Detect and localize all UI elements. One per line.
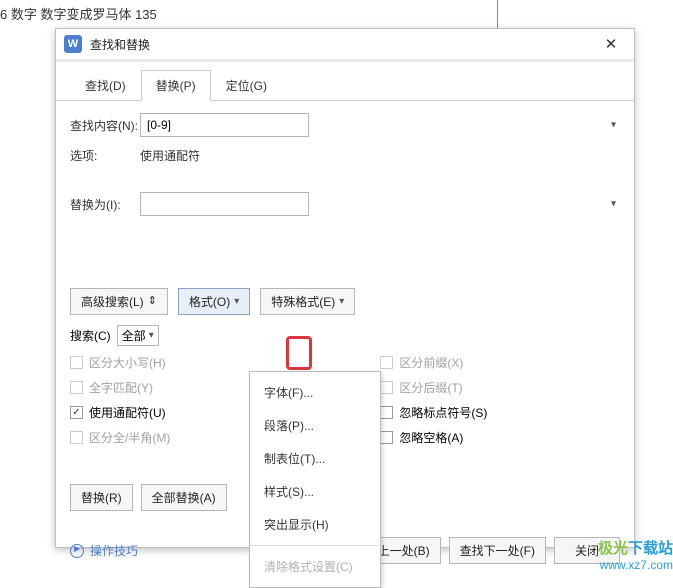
menu-highlight[interactable]: 突出显示(H) — [250, 508, 380, 541]
chevron-down-icon: ▾ — [611, 120, 616, 131]
tips-link[interactable]: 操作技巧 — [70, 542, 138, 559]
tips-label: 操作技巧 — [90, 542, 138, 559]
format-dropdown: 字体(F)... 段落(P)... 制表位(T)... 样式(S)... 突出显… — [249, 371, 381, 588]
tab-goto[interactable]: 定位(G) — [211, 70, 282, 101]
checkbox-option: 区分后缀(T) — [380, 379, 487, 396]
checkbox-label: 区分前缀(X) — [399, 354, 463, 371]
tab-replace[interactable]: 替换(P) — [141, 70, 211, 101]
menu-style[interactable]: 样式(S)... — [250, 475, 380, 508]
chevron-down-icon: ▾ — [611, 199, 616, 210]
checkbox-label: 区分大小写(H) — [89, 354, 166, 371]
checkbox-icon — [380, 431, 393, 444]
menu-font[interactable]: 字体(F)... — [250, 376, 380, 409]
checkbox-label: 区分后缀(T) — [399, 379, 462, 396]
checkbox-option[interactable]: ✓ 使用通配符(U) — [70, 404, 170, 421]
wps-icon: W — [64, 35, 82, 53]
double-chevron-icon: ⇕ — [148, 296, 157, 307]
replace-button[interactable]: 替换(R) — [70, 484, 133, 511]
scope-value: 全部 — [122, 327, 146, 344]
options-value: 使用通配符 — [140, 147, 200, 164]
search-label: 查找内容(N): — [70, 117, 140, 134]
checkbox-label: 忽略标点符号(S) — [399, 404, 487, 421]
checkbox-icon: ✓ — [70, 406, 83, 419]
checkbox-option[interactable]: 忽略标点符号(S) — [380, 404, 487, 421]
replace-input[interactable] — [140, 192, 309, 216]
checkbox-icon — [70, 431, 83, 444]
close-icon[interactable]: ✕ — [590, 29, 632, 59]
special-format-button[interactable]: 特殊格式(E) ▾ — [260, 288, 355, 315]
page-top-text: 6 数字 数字变成罗马体 135 — [0, 0, 673, 23]
checkbox-option[interactable]: 忽略空格(A) — [380, 429, 487, 446]
search-combo[interactable]: ▾ — [140, 113, 620, 137]
checkbox-label: 使用通配符(U) — [89, 404, 166, 421]
chevron-down-icon: ▾ — [149, 330, 154, 341]
search-input[interactable] — [140, 113, 309, 137]
chevron-down-icon: ▾ — [234, 296, 239, 307]
checkbox-option: 全字匹配(Y) — [70, 379, 170, 396]
checkbox-option: 区分前缀(X) — [380, 354, 487, 371]
advanced-search-label: 高级搜索(L) — [81, 293, 144, 310]
tab-find[interactable]: 查找(D) — [70, 70, 141, 101]
format-button[interactable]: 格式(O) ▾ — [178, 288, 250, 315]
info-icon — [70, 544, 84, 558]
special-format-label: 特殊格式(E) — [271, 293, 335, 310]
checkbox-icon — [70, 356, 83, 369]
menu-clear-format: 清除格式设置(C) — [250, 550, 380, 583]
close-button[interactable]: 关闭 — [554, 537, 620, 564]
checkbox-option: 区分大小写(H) — [70, 354, 170, 371]
format-button-label: 格式(O) — [189, 293, 230, 310]
chevron-down-icon: ▾ — [339, 296, 344, 307]
checkbox-icon — [380, 406, 393, 419]
titlebar: W 查找和替换 ✕ — [56, 29, 634, 62]
options-label: 选项: — [70, 147, 140, 164]
replace-all-button[interactable]: 全部替换(A) — [141, 484, 227, 511]
background-vline — [497, 0, 498, 28]
find-replace-dialog: W 查找和替换 ✕ 查找(D) 替换(P) 定位(G) 查找内容(N): ▾ 选… — [55, 28, 635, 548]
dialog-body: 查找内容(N): ▾ 选项: 使用通配符 替换为(I): ▾ 高级搜索(L) ⇕… — [56, 101, 634, 458]
replace-label: 替换为(I): — [70, 196, 140, 213]
find-next-button[interactable]: 查找下一处(F) — [449, 537, 546, 564]
checkbox-icon — [380, 356, 393, 369]
checkbox-icon — [380, 381, 393, 394]
checkbox-label: 忽略空格(A) — [399, 429, 463, 446]
scope-label: 搜索(C) — [70, 327, 111, 344]
checkbox-label: 全字匹配(Y) — [89, 379, 153, 396]
dialog-title: 查找和替换 — [90, 36, 590, 53]
advanced-search-button[interactable]: 高级搜索(L) ⇕ — [70, 288, 168, 315]
checkbox-option: 区分全/半角(M) — [70, 429, 170, 446]
menu-separator — [250, 545, 380, 546]
menu-paragraph[interactable]: 段落(P)... — [250, 409, 380, 442]
checkbox-icon — [70, 381, 83, 394]
replace-combo[interactable]: ▾ — [140, 192, 620, 216]
tab-bar: 查找(D) 替换(P) 定位(G) — [56, 62, 634, 101]
scope-select[interactable]: 全部 ▾ — [117, 325, 159, 346]
checkbox-label: 区分全/半角(M) — [89, 429, 170, 446]
menu-tabs[interactable]: 制表位(T)... — [250, 442, 380, 475]
